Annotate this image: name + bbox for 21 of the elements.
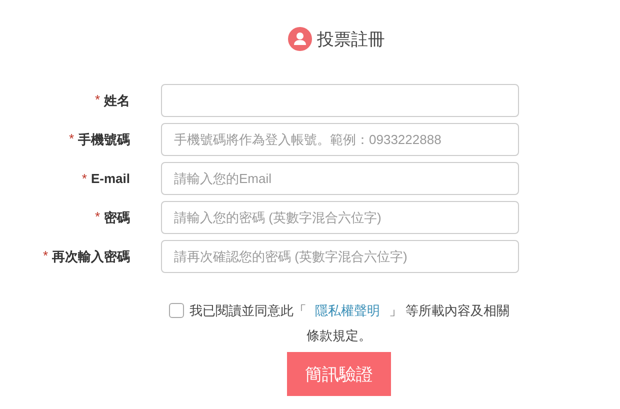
input-field[interactable]: 請輸入您的Email xyxy=(161,162,519,195)
input-field[interactable]: 請再次確認您的密碼 (英數字混合六位字) xyxy=(161,240,519,273)
field-label: 手機號碼 xyxy=(78,130,130,148)
sms-verify-button[interactable]: 簡訊驗證 xyxy=(287,352,391,396)
field-label: 密碼 xyxy=(104,208,130,226)
input-field[interactable] xyxy=(161,84,519,117)
required-mark: * xyxy=(94,208,100,226)
required-mark: * xyxy=(94,92,100,108)
field-label: E-mail xyxy=(90,171,130,186)
input-field[interactable]: 手機號碼將作為登入帳號。範例：0933222888 xyxy=(161,123,519,156)
required-mark: * xyxy=(68,130,74,148)
user-icon xyxy=(288,27,312,51)
agreement-text: 我已閱讀並同意此「 隱私權聲明 」 等所載內容及相關條款規定。 xyxy=(190,303,510,343)
privacy-link[interactable]: 隱私權聲明 xyxy=(310,303,386,318)
input-field[interactable]: 請輸入您的密碼 (英數字混合六位字) xyxy=(161,201,519,234)
agreement-checkbox[interactable] xyxy=(168,303,184,318)
required-mark: * xyxy=(42,248,48,264)
field-label: 姓名 xyxy=(104,92,130,110)
page-title: 投票註冊 xyxy=(317,28,385,50)
field-label: 再次輸入密碼 xyxy=(52,248,130,266)
required-mark: * xyxy=(82,171,87,186)
